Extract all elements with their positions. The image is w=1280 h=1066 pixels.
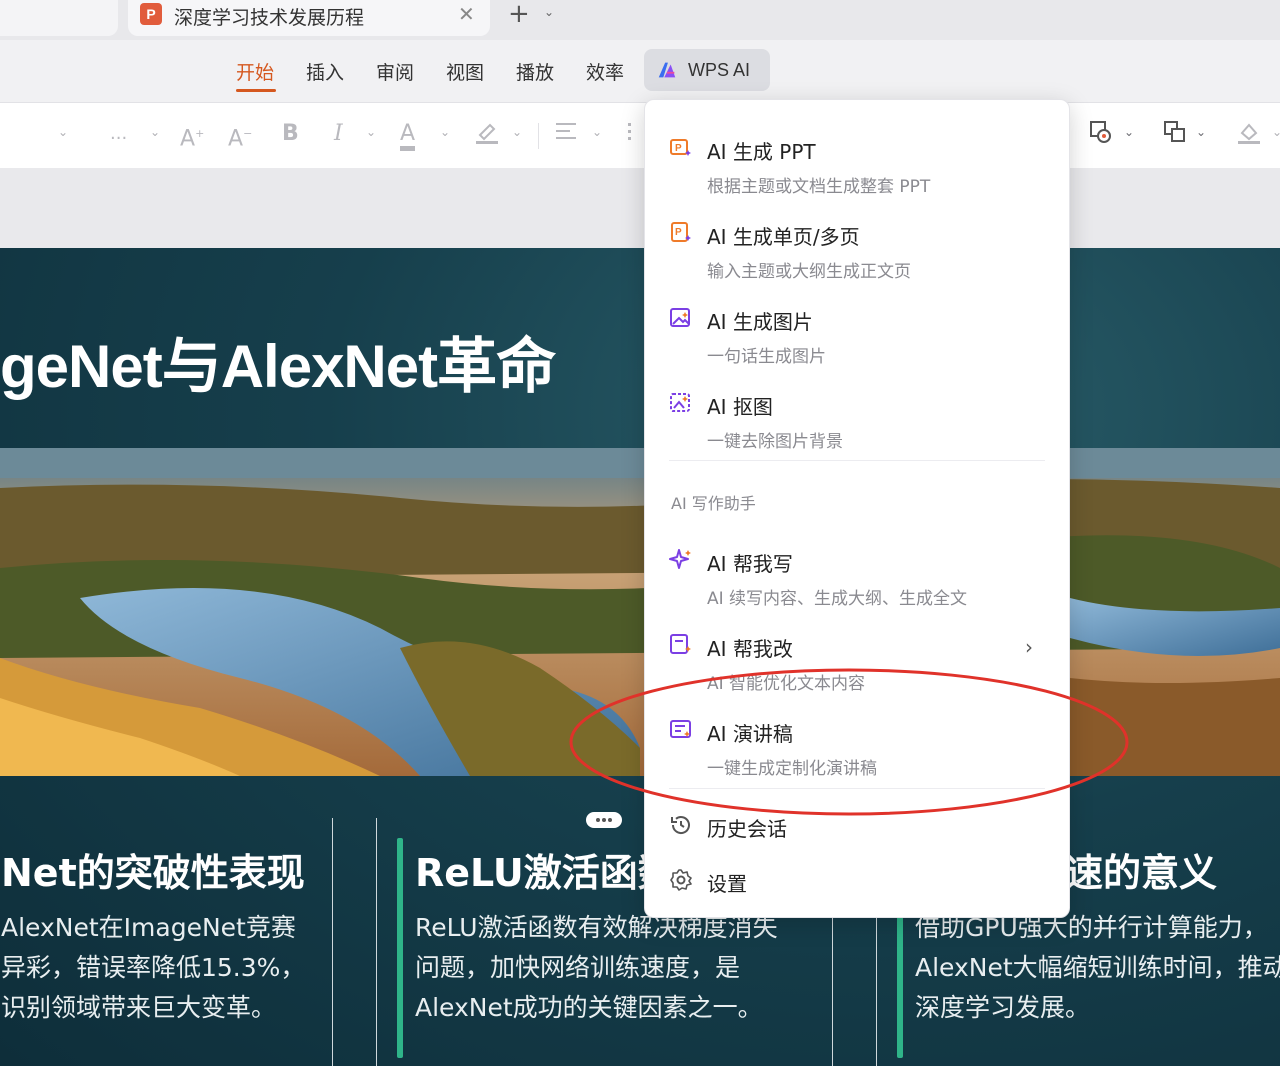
tab-home[interactable]: 开始	[236, 58, 274, 85]
highlight-icon[interactable]	[474, 119, 500, 154]
formatting-toolbar: ⌄ ... ⌄ A+ A− B I ⌄ A ⌄ ⌄ ⌄ ⌄ ⌄ ⌄	[0, 102, 1280, 170]
menu-item-title: AI 生成图片	[707, 310, 813, 334]
font-size-field[interactable]: ...	[110, 119, 127, 149]
shape-icon[interactable]	[1088, 119, 1114, 154]
wps-ai-menu: P AI 生成 PPT 根据主题或文档生成整套 PPT P AI 生成单页/多页…	[644, 99, 1070, 918]
menu-item-label: 历史会话	[707, 817, 787, 841]
menu-item-ai-speech[interactable]: AI 演讲稿 一键生成定制化演讲稿	[645, 708, 1069, 788]
card-body: AlexNet在ImageNet竞赛 异彩，错误率降低15.3%， 识别领域带来…	[1, 913, 306, 1022]
menu-item-ai-cutout[interactable]: AI 抠图 一键去除图片背景	[645, 381, 1069, 461]
italic-icon[interactable]: I	[334, 119, 343, 149]
sparkle-icon	[669, 549, 691, 569]
menu-item-settings[interactable]: 设置	[645, 860, 1069, 900]
landscape-photo[interactable]	[0, 448, 1280, 776]
menu-item-ai-generate-pages[interactable]: P AI 生成单页/多页 输入主题或大纲生成正文页	[645, 211, 1069, 291]
menu-item-subtitle: 一键去除图片背景	[707, 432, 843, 452]
ai-cutout-icon	[670, 393, 690, 412]
previous-tab[interactable]	[0, 0, 118, 36]
align-icon[interactable]	[554, 119, 578, 152]
active-tab-indicator	[236, 89, 276, 92]
font-size-chevron-icon[interactable]: ⌄	[150, 125, 160, 139]
chevron-right-icon[interactable]: ›	[1025, 635, 1033, 659]
document-tab[interactable]: P 深度学习技术发展历程 ✕	[128, 0, 490, 36]
menu-item-title: AI 抠图	[707, 395, 773, 419]
tab-play[interactable]: 播放	[516, 58, 554, 85]
menu-item-history[interactable]: 历史会话	[645, 805, 1069, 845]
tab-bar: P 深度学习技术发展历程 ✕ + ⌄	[0, 0, 1280, 40]
wps-ai-label: WPS AI	[688, 60, 751, 80]
tab-view[interactable]: 视图	[446, 58, 484, 85]
chevron-down-icon[interactable]: ⌄	[544, 5, 554, 19]
ai-ppt-icon: P	[670, 139, 691, 156]
menu-item-subtitle: AI 智能优化文本内容	[707, 674, 866, 694]
canvas-margin	[0, 168, 1280, 248]
more-options-icon[interactable]	[586, 812, 622, 828]
card-heading: ReLU激活函数	[415, 851, 676, 895]
menu-item-subtitle: AI 续写内容、生成大纲、生成全文	[707, 589, 968, 609]
wps-ai-logo-icon	[658, 62, 676, 78]
menu-item-ai-generate-image[interactable]: AI 生成图片 一句话生成图片	[645, 296, 1069, 376]
menu-item-ai-generate-ppt[interactable]: P AI 生成 PPT 根据主题或文档生成整套 PPT	[645, 126, 1069, 206]
highlight-chevron-icon[interactable]: ⌄	[512, 125, 522, 139]
speech-icon	[670, 720, 691, 738]
menu-item-title: AI 帮我改	[707, 637, 793, 661]
increase-font-icon[interactable]: A+	[180, 119, 204, 154]
card-body: ReLU激活函数有效解决梯度消失 问题，加快网络训练速度，是 AlexNet成功…	[415, 913, 778, 1022]
list-icon[interactable]	[626, 119, 644, 152]
presentation-file-icon: P	[140, 3, 162, 25]
fill-icon[interactable]	[1236, 119, 1262, 154]
svg-text:P: P	[675, 143, 682, 154]
card-accent-bar	[397, 838, 403, 1058]
fill-chevron-icon[interactable]: ⌄	[1272, 125, 1280, 139]
history-icon	[671, 816, 690, 834]
ai-edit-icon	[670, 634, 691, 654]
card-separator	[332, 818, 377, 1066]
svg-text:P: P	[675, 227, 682, 238]
document-title: 深度学习技术发展历程	[174, 7, 365, 29]
menu-item-ai-write[interactable]: AI 帮我写 AI 续写内容、生成大纲、生成全文	[645, 538, 1069, 618]
arrange-chevron-icon[interactable]: ⌄	[1196, 125, 1206, 139]
card-heading: Net的突破性表现	[1, 851, 305, 895]
ai-image-icon	[670, 308, 690, 327]
gear-icon	[670, 869, 692, 891]
card-heading: 速的意义	[1065, 851, 1218, 895]
content-card[interactable]: Net的突破性表现 AlexNet在ImageNet竞赛 异彩，错误率降低15.…	[0, 818, 331, 1066]
menu-item-title: AI 生成 PPT	[707, 140, 816, 164]
menu-item-subtitle: 一句话生成图片	[707, 347, 826, 367]
menu-item-title: AI 演讲稿	[707, 722, 793, 746]
menu-item-title: AI 帮我写	[707, 552, 793, 576]
card-body: 借助GPU强大的并行计算能力， AlexNet大幅缩短训练时间，推动 深度学习发…	[915, 913, 1280, 1022]
menu-divider	[669, 460, 1045, 461]
menu-item-subtitle: 一键生成定制化演讲稿	[707, 759, 877, 779]
shape-chevron-icon[interactable]: ⌄	[1124, 125, 1134, 139]
menu-divider	[669, 788, 1045, 789]
menu-item-label: 设置	[707, 872, 747, 896]
slide-title[interactable]: geNet与AlexNet革命	[0, 318, 556, 405]
menu-item-ai-edit[interactable]: AI 帮我改 AI 智能优化文本内容 ›	[645, 623, 1069, 703]
close-tab-icon[interactable]: ✕	[458, 2, 475, 26]
italic-chevron-icon[interactable]: ⌄	[366, 125, 376, 139]
font-color-icon[interactable]: A	[400, 119, 416, 151]
menu-item-title: AI 生成单页/多页	[707, 225, 860, 249]
menu-item-subtitle: 根据主题或文档生成整套 PPT	[707, 177, 931, 197]
arrange-icon[interactable]	[1162, 119, 1188, 154]
ribbon-tabs: 开始 插入 审阅 视图 播放 效率 WPS AI	[0, 40, 1280, 102]
tab-insert[interactable]: 插入	[306, 58, 344, 85]
menu-item-subtitle: 输入主题或大纲生成正文页	[707, 262, 911, 282]
tab-review[interactable]: 审阅	[376, 58, 414, 85]
font-dropdown-chevron-icon[interactable]: ⌄	[58, 125, 68, 139]
bold-icon[interactable]: B	[282, 119, 299, 149]
slide-canvas[interactable]: geNet与AlexNet革命 Net的突破性表现 AlexNet在ImageN…	[0, 248, 1280, 1066]
align-chevron-icon[interactable]: ⌄	[592, 125, 602, 139]
wps-ai-button[interactable]: WPS AI	[644, 49, 770, 91]
font-color-chevron-icon[interactable]: ⌄	[440, 125, 450, 139]
decrease-font-icon[interactable]: A−	[228, 119, 252, 154]
ai-page-icon: P	[671, 222, 691, 242]
menu-section-label: AI 写作助手	[671, 494, 756, 513]
tab-efficiency[interactable]: 效率	[586, 58, 624, 85]
new-tab-plus-icon[interactable]: +	[508, 0, 530, 28]
toolbar-divider	[538, 123, 539, 149]
